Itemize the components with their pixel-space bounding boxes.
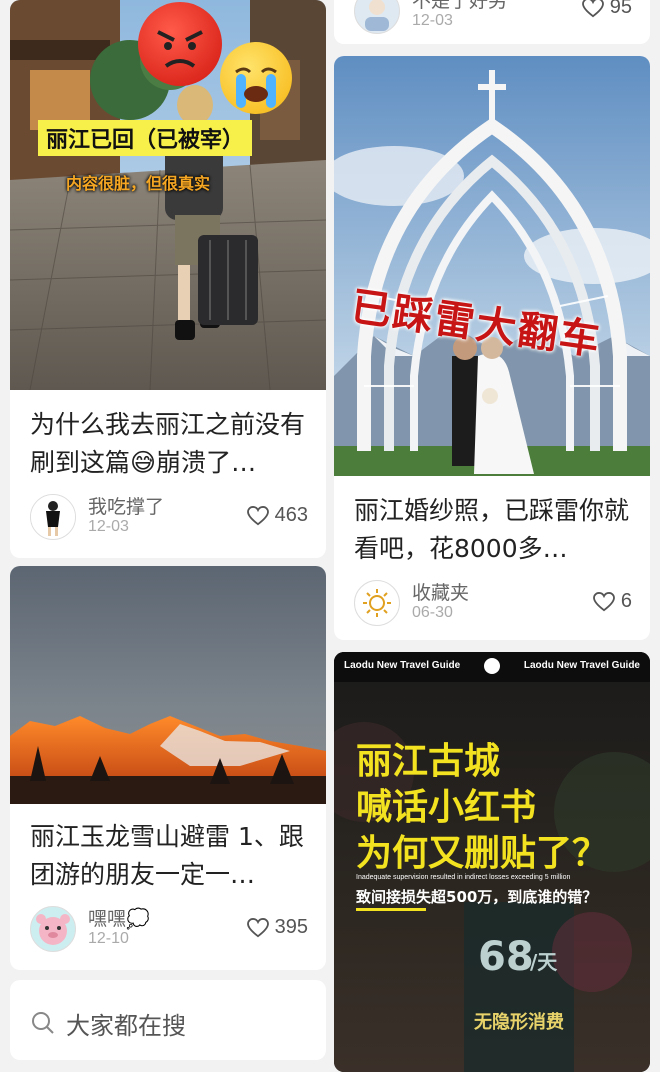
- search-suggestion-label: 大家都在搜: [66, 1012, 186, 1040]
- sign-text: 无隐形消费: [474, 1012, 564, 1033]
- crying-face-icon: [220, 42, 292, 114]
- search-icon: [32, 1012, 54, 1034]
- poster-underline: [356, 908, 426, 911]
- like-count: 6: [620, 590, 632, 612]
- poster-logo-icon: [484, 658, 500, 674]
- wedding-photo: [334, 56, 650, 476]
- mountain-photo: [10, 566, 326, 804]
- avatar[interactable]: [30, 494, 76, 540]
- note-card[interactable]: Laodu New Travel Guide Laodu New Travel …: [334, 652, 650, 1072]
- note-meta: 收藏夹 06-30 6: [354, 580, 632, 628]
- like-button[interactable]: 95: [581, 0, 632, 19]
- post-date: 12-10: [88, 930, 129, 947]
- note-title[interactable]: 丽江婚纱照，已踩雷你就看吧，花8000多…: [354, 492, 634, 568]
- note-card[interactable]: 已踩雷大翻车 丽江婚纱照，已踩雷你就看吧，花8000多… 收藏夹 06-30 6: [334, 56, 650, 640]
- avatar[interactable]: [354, 0, 400, 34]
- note-meta: 我吃撑了 12-03 463: [30, 494, 308, 542]
- poster-english-line: Inadequate supervision resulted in indir…: [356, 874, 571, 881]
- note-meta: 嘿嘿💭 12-10 395: [30, 906, 308, 954]
- sign-unit: /天: [530, 950, 558, 974]
- note-card[interactable]: 不是了好另 12-03 95: [334, 0, 650, 44]
- post-date: 06-30: [412, 604, 453, 621]
- like-button[interactable]: 463: [246, 504, 308, 527]
- heart-icon: [592, 591, 615, 611]
- poster-chinese-line: 致间接损失超500万，到底谁的错？: [356, 888, 598, 906]
- like-count: 95: [609, 0, 632, 18]
- note-title[interactable]: 丽江玉龙雪山避雷 1、跟团游的朋友一定一…: [30, 818, 310, 894]
- note-card[interactable]: 丽江已回（已被宰） 内容很脏，但很真实 为什么我去丽江之前没有刷到这篇😅崩溃了……: [10, 0, 326, 558]
- post-date: 12-03: [412, 12, 453, 29]
- avatar[interactable]: [354, 580, 400, 626]
- heart-icon: [246, 917, 269, 937]
- note-cover-image[interactable]: [10, 566, 326, 804]
- search-suggestion-card[interactable]: 大家都在搜: [10, 980, 326, 1060]
- note-cover-image[interactable]: 已踩雷大翻车: [334, 56, 650, 476]
- like-count: 395: [274, 916, 308, 938]
- like-count: 463: [274, 504, 308, 526]
- poster-headline-3: 为何又删贴了？: [356, 833, 609, 874]
- note-meta: 不是了好另 12-03 95: [354, 0, 632, 36]
- note-title[interactable]: 为什么我去丽江之前没有刷到这篇😅崩溃了…: [30, 406, 310, 482]
- cover-headline: 丽江已回（已被宰）: [38, 120, 253, 156]
- poster-headline-2: 喊话小红书: [356, 787, 537, 828]
- author-name[interactable]: 嘿嘿💭: [88, 904, 150, 931]
- avatar[interactable]: [30, 906, 76, 952]
- post-date: 12-03: [88, 518, 129, 535]
- note-card[interactable]: 丽江玉龙雪山避雷 1、跟团游的朋友一定一… 嘿嘿💭 12-10 395: [10, 566, 326, 970]
- like-button[interactable]: 395: [246, 916, 308, 939]
- cover-subline: 内容很脏，但很真实: [66, 174, 211, 193]
- poster-headline-1: 丽江古城: [356, 741, 501, 782]
- author-name[interactable]: 收藏夹: [412, 578, 469, 605]
- heart-icon: [246, 505, 269, 525]
- poster-header-left: Laodu New Travel Guide: [344, 660, 461, 671]
- sun-icon: [363, 589, 391, 617]
- poster-header-right: Laodu New Travel Guide: [523, 660, 640, 671]
- sign-price: 68: [478, 934, 534, 980]
- note-cover-image[interactable]: Laodu New Travel Guide Laodu New Travel …: [334, 652, 650, 1072]
- like-button[interactable]: 6: [592, 590, 632, 613]
- heart-icon: [581, 0, 604, 17]
- angry-face-icon: [138, 2, 222, 86]
- author-name[interactable]: 我吃撑了: [88, 492, 164, 519]
- note-cover-image[interactable]: 丽江已回（已被宰） 内容很脏，但很真实: [10, 0, 326, 390]
